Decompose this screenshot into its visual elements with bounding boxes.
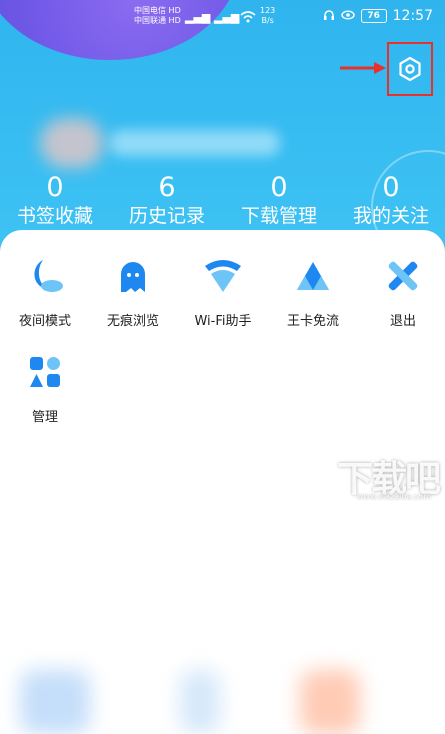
profile-header: 中国电信 HD 中国联通 HD ▂▄▆ ▂▄▆ 123 B/s 76 12:57 xyxy=(0,0,445,260)
carrier-1: 中国电信 xyxy=(134,6,166,15)
stat-history[interactable]: 6 历史记录 xyxy=(112,172,222,228)
grid-apps-icon xyxy=(30,357,60,387)
blurred-item xyxy=(20,670,90,734)
tool-label: 王卡免流 xyxy=(286,314,339,329)
stat-count: 0 xyxy=(270,172,288,203)
stat-label: 书签收藏 xyxy=(16,205,93,227)
tool-incognito[interactable]: 无痕浏览 xyxy=(88,256,178,329)
exit-x-icon xyxy=(388,261,418,291)
watermark-url: www.xiazaiba.com xyxy=(356,492,431,501)
stat-bookmarks[interactable]: 0 书签收藏 xyxy=(0,172,110,228)
stat-downloads[interactable]: 0 下载管理 xyxy=(224,172,334,228)
net-speed-unit: B/s xyxy=(261,16,274,25)
tool-wifi[interactable]: Wi-Fi助手 xyxy=(178,256,268,329)
signal-icon: ▂▄▆ xyxy=(214,11,240,24)
eye-icon xyxy=(340,9,355,23)
tool-label: 退出 xyxy=(389,314,416,329)
blurred-item xyxy=(300,670,360,734)
wangka-icon xyxy=(297,262,329,290)
headphone-icon xyxy=(323,9,335,24)
tool-manage[interactable]: 管理 xyxy=(0,352,90,425)
hd-badge: HD xyxy=(168,16,181,25)
stat-label: 历史记录 xyxy=(128,205,205,227)
stat-count: 0 xyxy=(46,172,64,203)
ghost-icon xyxy=(121,262,145,292)
tool-night-mode[interactable]: 夜间模式 xyxy=(0,256,90,329)
avatar[interactable] xyxy=(40,118,104,168)
settings-gear-icon[interactable] xyxy=(397,56,423,82)
battery-icon: 76 xyxy=(360,9,387,23)
stat-label: 我的关注 xyxy=(352,205,429,227)
tool-label: 无痕浏览 xyxy=(106,314,159,329)
signal-icon: ▂▄▆ xyxy=(185,11,211,24)
wifi-status-icon xyxy=(240,11,256,26)
hd-badge: HD xyxy=(168,6,181,15)
status-right: 76 12:57 xyxy=(323,8,433,24)
stat-count: 0 xyxy=(382,172,400,203)
status-bar: 中国电信 HD 中国联通 HD ▂▄▆ ▂▄▆ 123 B/s 76 12:57 xyxy=(0,0,445,36)
tool-label: Wi-Fi助手 xyxy=(194,314,252,329)
tool-label: 夜间模式 xyxy=(18,314,71,329)
net-speed-value: 123 xyxy=(260,6,276,15)
carrier-2: 中国联通 xyxy=(134,16,166,25)
carrier-info: 中国电信 HD 中国联通 HD xyxy=(134,6,181,26)
blurred-item xyxy=(180,670,220,734)
wifi-icon xyxy=(205,260,241,292)
tool-wangka[interactable]: 王卡免流 xyxy=(268,256,358,329)
stats-row: 0 书签收藏 6 历史记录 0 下载管理 0 我的关注 xyxy=(0,172,445,232)
tool-label: 管理 xyxy=(31,410,58,425)
username[interactable] xyxy=(110,130,280,156)
settings-highlight xyxy=(387,42,433,96)
moon-cloud-icon xyxy=(34,260,63,292)
tool-exit[interactable]: 退出 xyxy=(358,256,445,329)
stat-count: 6 xyxy=(158,172,176,203)
clock: 12:57 xyxy=(392,8,433,24)
stat-following[interactable]: 0 我的关注 xyxy=(336,172,445,228)
stat-label: 下载管理 xyxy=(240,205,317,227)
net-speed: 123 B/s xyxy=(260,6,275,26)
arrow-annotation-icon xyxy=(340,62,386,74)
